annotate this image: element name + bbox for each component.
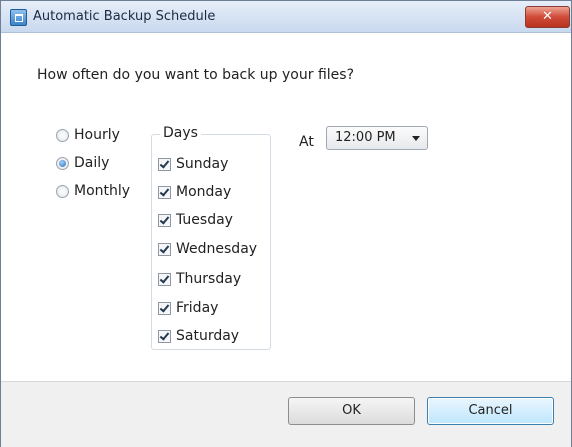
chevron-down-icon [412,136,420,141]
day-label: Wednesday [176,241,258,257]
day-label: Friday [176,300,219,316]
day-label: Sunday [176,156,229,172]
radio-label: Hourly [74,127,120,143]
day-label: Tuesday [176,212,233,228]
radio-monthly[interactable]: Monthly [56,181,130,201]
radio-label: Monthly [74,183,131,199]
ok-button[interactable]: OK [288,397,415,425]
checkbox[interactable] [158,329,171,343]
day-label: Monday [176,184,232,200]
day-thursday[interactable]: Thursday [158,269,241,289]
checkbox[interactable] [158,157,171,171]
app-icon [10,9,27,26]
day-saturday[interactable]: Saturday [158,326,239,346]
radio-label: Daily [74,155,110,171]
radio-daily[interactable]: Daily [56,153,109,173]
day-friday[interactable]: Friday [158,298,218,318]
day-sunday[interactable]: Sunday [158,154,228,174]
day-label: Saturday [176,328,240,344]
dialog-footer: OK Cancel [1,381,571,447]
radio-button[interactable] [56,184,69,198]
day-tuesday[interactable]: Tuesday [158,210,233,230]
checkbox[interactable] [158,242,171,256]
close-button[interactable]: ✕ [525,6,570,28]
days-group-legend: Days [160,125,201,141]
cancel-button[interactable]: Cancel [427,397,554,425]
checkbox[interactable] [158,272,171,286]
day-label: Thursday [176,271,242,287]
time-dropdown[interactable]: 12:00 PM [326,126,428,150]
checkbox[interactable] [158,301,171,315]
day-wednesday[interactable]: Wednesday [158,239,257,259]
radio-button[interactable] [56,128,69,142]
window-title: Automatic Backup Schedule [33,9,216,24]
radio-button[interactable] [56,156,69,170]
checkbox[interactable] [158,185,171,199]
question-text: How often do you want to back up your fi… [37,67,354,83]
time-value: 12:00 PM [335,130,396,145]
day-monday[interactable]: Monday [158,182,231,202]
radio-hourly[interactable]: Hourly [56,125,120,145]
title-bar[interactable]: Automatic Backup Schedule ✕ [1,1,571,33]
backup-schedule-dialog: Automatic Backup Schedule ✕ How often do… [0,0,572,447]
at-label: At [299,134,314,150]
checkbox[interactable] [158,213,171,227]
